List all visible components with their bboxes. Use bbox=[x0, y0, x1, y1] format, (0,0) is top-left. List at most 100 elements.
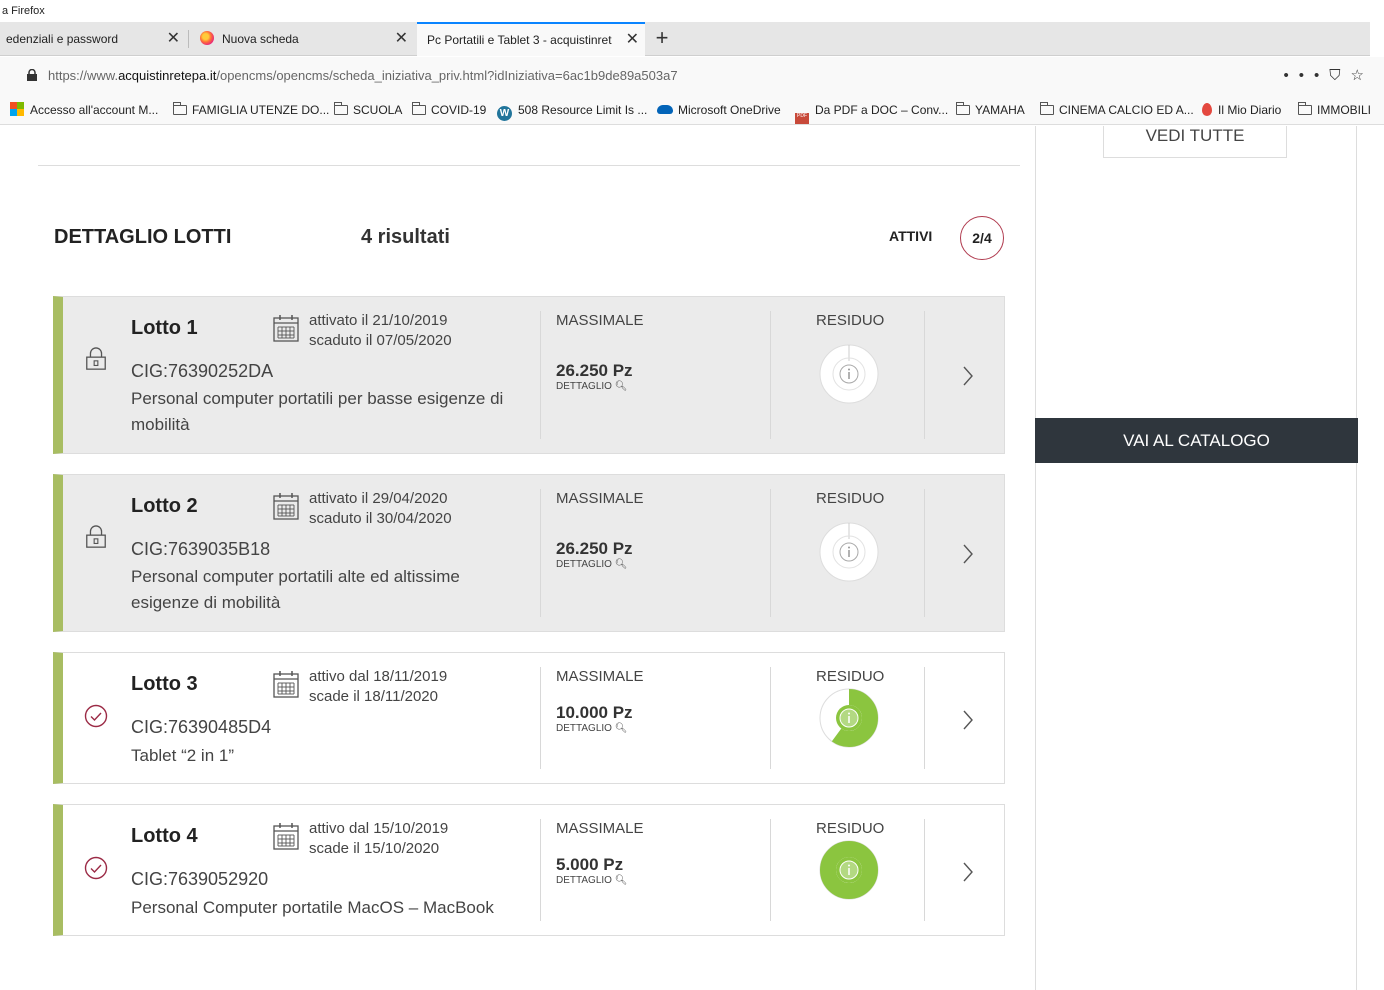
info-icon-dot bbox=[848, 864, 850, 867]
date-start: attivo dal 15/10/2019 bbox=[309, 820, 449, 837]
dettaglio-link[interactable]: DETTAGLIO 🔍︎ bbox=[556, 875, 627, 886]
massimale-value: 26.250 Pz bbox=[556, 361, 633, 380]
flame-icon bbox=[1202, 103, 1212, 116]
lot-description: Personal computer portatili per basse es… bbox=[131, 389, 504, 434]
filter-label[interactable]: ATTIVI bbox=[889, 228, 932, 244]
date-start: attivo dal 18/11/2019 bbox=[309, 668, 448, 685]
chevron-right-icon[interactable] bbox=[961, 860, 975, 884]
folder-icon bbox=[1298, 102, 1312, 115]
sidebar-border bbox=[1035, 126, 1036, 990]
bookmark-item[interactable]: Microsoft OneDrive bbox=[657, 95, 781, 124]
lot-cig: CIG:7639035B18 bbox=[131, 539, 271, 559]
tab-label: edenziali e password bbox=[6, 32, 119, 46]
column-divider bbox=[540, 311, 541, 439]
massimale-value: 26.250 Pz bbox=[556, 539, 633, 558]
bookmark-item[interactable]: YAMAHA bbox=[956, 95, 1025, 124]
column-divider bbox=[924, 819, 925, 921]
chevron-right-icon[interactable] bbox=[961, 708, 975, 732]
lot-title[interactable]: Lotto 1 bbox=[131, 317, 198, 340]
massimale-value: 10.000 Pz bbox=[556, 703, 633, 722]
residuo-donut[interactable] bbox=[819, 522, 879, 582]
folder-icon bbox=[412, 102, 426, 115]
tab-bar: edenziali e password ✕ Nuova scheda ✕ Pc… bbox=[0, 22, 1370, 56]
residuo-donut[interactable] bbox=[819, 840, 879, 900]
info-icon-dot bbox=[848, 712, 850, 715]
lot-description: Personal Computer portatile MacOS – MacB… bbox=[131, 898, 494, 917]
divider bbox=[38, 165, 1020, 166]
bookmark-item[interactable]: IMMOBILI bbox=[1298, 95, 1371, 124]
date-start: attivato il 29/04/2020 bbox=[309, 490, 448, 507]
pager-badge[interactable]: 2/4 bbox=[960, 216, 1004, 260]
search-icon: 🔍︎ bbox=[614, 559, 628, 570]
massimale-label: MASSIMALE bbox=[556, 820, 644, 837]
vedi-tutte-button[interactable]: VEDI TUTTE bbox=[1103, 126, 1287, 158]
lot-dates: attivo dal 18/11/2019 scade il 18/11/202… bbox=[309, 667, 447, 707]
dettaglio-link[interactable]: DETTAGLIO 🔍︎ bbox=[556, 559, 627, 570]
lot-dates: attivo dal 15/10/2019 scade il 15/10/202… bbox=[309, 819, 448, 859]
bookmark-item[interactable]: W 508 Resource Limit Is ... bbox=[497, 95, 647, 124]
residuo-label: RESIDUO bbox=[816, 668, 885, 685]
more-icon: ••• bbox=[1283, 67, 1330, 84]
column-divider bbox=[924, 311, 925, 439]
calendar-icon bbox=[273, 493, 299, 520]
lot-card[interactable]: Lotto 3 attivo dal 18/11/2019 scade il 1… bbox=[53, 652, 1005, 784]
bookmark-item[interactable]: SCUOLA bbox=[334, 95, 402, 124]
bookmark-item[interactable]: FAMIGLIA UTENZE DO... bbox=[173, 95, 329, 124]
massimale-value: 5.000 Pz bbox=[556, 855, 624, 874]
lot-description: Personal computer portatili alte ed alti… bbox=[131, 567, 460, 612]
bookmark-item[interactable]: COVID-19 bbox=[412, 95, 486, 124]
column-divider bbox=[770, 489, 771, 617]
search-icon: 🔍︎ bbox=[614, 381, 628, 392]
bookmark-item[interactable]: CINEMA CALCIO ED A... bbox=[1040, 95, 1194, 124]
close-tab-icon[interactable]: ✕ bbox=[626, 24, 639, 56]
chevron-right-icon[interactable] bbox=[961, 542, 975, 566]
page-content: VEDI TUTTE VAI AL CATALOGO DETTAGLIO LOT… bbox=[0, 126, 1384, 990]
vai-al-catalogo-button[interactable]: VAI AL CATALOGO bbox=[1035, 418, 1358, 463]
close-tab-icon[interactable]: ✕ bbox=[395, 22, 408, 56]
pdf-icon: PDF bbox=[795, 113, 809, 124]
lot-card[interactable]: Lotto 2 attivato il 29/04/2020 scaduto i… bbox=[53, 474, 1005, 632]
chevron-right-icon[interactable] bbox=[961, 364, 975, 388]
lot-dates: attivato il 21/10/2019 scaduto il 07/05/… bbox=[309, 311, 452, 351]
lot-card[interactable]: Lotto 4 attivo dal 15/10/2019 scade il 1… bbox=[53, 804, 1005, 936]
onedrive-icon bbox=[657, 105, 673, 114]
residuo-label: RESIDUO bbox=[816, 820, 885, 837]
lot-title[interactable]: Lotto 4 bbox=[131, 825, 198, 848]
lot-description: Tablet “2 in 1” bbox=[131, 746, 234, 765]
dettaglio-link[interactable]: DETTAGLIO 🔍︎ bbox=[556, 381, 627, 392]
tab-active[interactable]: Pc Portatili e Tablet 3 - acquistinret ✕ bbox=[417, 22, 645, 56]
date-end: scaduto il 30/04/2020 bbox=[309, 510, 452, 527]
residuo-donut[interactable] bbox=[819, 688, 879, 748]
bookmark-item[interactable]: Il Mio Diario bbox=[1202, 95, 1281, 124]
bookmark-item[interactable]: Accesso all'account M... bbox=[10, 95, 158, 124]
section-title: DETTAGLIO LOTTI bbox=[54, 226, 232, 248]
massimale-label: MASSIMALE bbox=[556, 668, 644, 685]
close-tab-icon[interactable]: ✕ bbox=[167, 22, 180, 56]
dettaglio-link[interactable]: DETTAGLIO 🔍︎ bbox=[556, 723, 627, 734]
new-tab-button[interactable]: + bbox=[650, 22, 674, 54]
url-actions[interactable]: •••⛉☆ bbox=[1284, 66, 1374, 84]
column-divider bbox=[770, 311, 771, 439]
window-title: a Firefox bbox=[0, 0, 1384, 22]
lot-title[interactable]: Lotto 2 bbox=[131, 495, 198, 518]
folder-icon bbox=[956, 102, 970, 115]
microsoft-icon bbox=[10, 102, 24, 116]
folder-icon bbox=[173, 102, 187, 115]
lock-icon bbox=[86, 525, 106, 548]
lot-title[interactable]: Lotto 3 bbox=[131, 673, 198, 696]
lock-icon bbox=[86, 347, 106, 370]
url-text[interactable]: https://www.acquistinretepa.it/opencms/o… bbox=[48, 68, 678, 83]
column-divider bbox=[924, 667, 925, 769]
lot-cig: CIG:76390485D4 bbox=[131, 717, 272, 737]
bookmark-item[interactable]: PDF Da PDF a DOC – Conv... bbox=[795, 95, 948, 124]
column-divider bbox=[924, 489, 925, 617]
folder-icon bbox=[1040, 102, 1054, 115]
tab-new[interactable]: Nuova scheda ✕ bbox=[200, 22, 414, 56]
tab-passwords[interactable]: edenziali e password ✕ bbox=[6, 22, 186, 56]
lot-cig: CIG:76390252DA bbox=[131, 361, 274, 381]
residuo-donut[interactable] bbox=[819, 344, 879, 404]
column-divider bbox=[540, 819, 541, 921]
lot-card[interactable]: Lotto 1 attivato il 21/10/2019 scaduto i… bbox=[53, 296, 1005, 454]
url-bar[interactable]: https://www.acquistinretepa.it/opencms/o… bbox=[0, 57, 1384, 95]
column-divider bbox=[540, 667, 541, 769]
